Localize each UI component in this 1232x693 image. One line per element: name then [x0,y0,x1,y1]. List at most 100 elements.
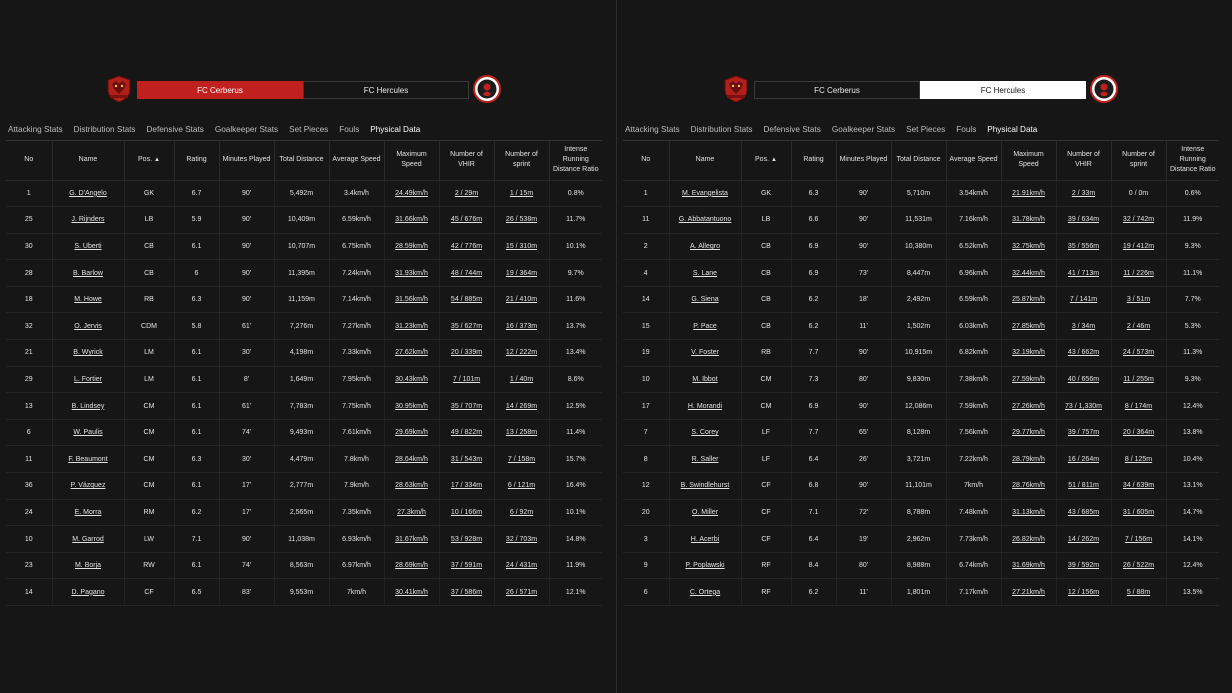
team-button-hercules[interactable]: FC Hercules [303,81,469,99]
stat-link[interactable]: 53 / 928m [451,536,482,543]
stat-link[interactable]: 24 / 573m [1123,349,1154,356]
player-name-link[interactable]: J. Rijnders [71,216,104,223]
sort-ascending-icon[interactable]: ▲ [771,157,777,163]
column-header-maximum-speed[interactable]: Maximum Speed [1001,141,1057,181]
sort-ascending-icon[interactable]: ▲ [154,157,160,163]
stat-link[interactable]: 28.76km/h [1012,482,1045,489]
column-header-minutes-played[interactable]: Minutes Played [219,141,275,181]
column-header-total-distance[interactable]: Total Distance [274,141,330,181]
stat-link[interactable]: 15 / 310m [506,243,537,250]
player-name-link[interactable]: R. Saller [692,456,719,463]
stat-link[interactable]: 39 / 757m [1068,429,1099,436]
tab-set-pieces[interactable]: Set Pieces [906,121,945,141]
column-header-total-distance[interactable]: Total Distance [891,141,947,181]
stat-link[interactable]: 27.59km/h [1012,376,1045,383]
stat-link[interactable]: 35 / 627m [451,323,482,330]
column-header-minutes-played[interactable]: Minutes Played [836,141,892,181]
player-name-link[interactable]: G. Siena [691,296,718,303]
stat-link[interactable]: 13 / 258m [506,429,537,436]
stat-link[interactable]: 54 / 885m [451,296,482,303]
column-header-vhir[interactable]: Number of VHIR [439,141,495,181]
player-name-link[interactable]: M. Evangelista [682,190,728,197]
stat-link[interactable]: 14 / 262m [1068,536,1099,543]
stat-link[interactable]: 51 / 811m [1068,482,1099,489]
stat-link[interactable]: 39 / 592m [1068,562,1099,569]
stat-link[interactable]: 39 / 634m [1068,216,1099,223]
stat-link[interactable]: 31.13km/h [1012,509,1045,516]
column-header-intense-running-ratio[interactable]: Intense Running Distance Ratio [1166,141,1219,181]
player-name-link[interactable]: V. Foster [691,349,719,356]
stat-link[interactable]: 29.77km/h [1012,429,1045,436]
stat-link[interactable]: 31.67km/h [395,536,428,543]
stat-link[interactable]: 6 / 92m [510,509,533,516]
tab-attacking-stats[interactable]: Attacking Stats [625,121,680,141]
player-name-link[interactable]: E. Morra [75,509,102,516]
stat-link[interactable]: 31.23km/h [395,323,428,330]
stat-link[interactable]: 24.49km/h [395,190,428,197]
stat-link[interactable]: 31.78km/h [1012,216,1045,223]
player-name-link[interactable]: P. Poplawski [685,562,724,569]
column-header-average-speed[interactable]: Average Speed [329,141,385,181]
player-name-link[interactable]: M. Howe [74,296,102,303]
stat-link[interactable]: 26 / 571m [506,589,537,596]
stat-link[interactable]: 32.44km/h [1012,270,1045,277]
player-name-link[interactable]: S. Lane [693,270,717,277]
tab-set-pieces[interactable]: Set Pieces [289,121,328,141]
team-button-cerberus[interactable]: FC Cerberus [754,81,920,99]
stat-link[interactable]: 1 / 15m [510,190,533,197]
stat-link[interactable]: 3 / 34m [1072,323,1095,330]
tab-goalkeeper-stats[interactable]: Goalkeeper Stats [832,121,895,141]
team-button-cerberus[interactable]: FC Cerberus [137,81,303,99]
tab-defensive-stats[interactable]: Defensive Stats [147,121,204,141]
player-name-link[interactable]: B. Wyrick [73,349,103,356]
stat-link[interactable]: 48 / 744m [451,270,482,277]
stat-link[interactable]: 40 / 656m [1068,376,1099,383]
player-name-link[interactable]: D. Pagano [71,589,104,596]
stat-link[interactable]: 8 / 125m [1125,456,1152,463]
player-name-link[interactable]: F. Beaumont [68,456,107,463]
tab-goalkeeper-stats[interactable]: Goalkeeper Stats [215,121,278,141]
stat-link[interactable]: 11 / 255m [1123,376,1154,383]
stat-link[interactable]: 28.69km/h [395,562,428,569]
player-name-link[interactable]: P. Pace [693,323,717,330]
stat-link[interactable]: 32.75km/h [1012,243,1045,250]
stat-link[interactable]: 10 / 166m [451,509,482,516]
column-header-rating[interactable]: Rating [174,141,220,181]
stat-link[interactable]: 24 / 431m [506,562,537,569]
player-name-link[interactable]: O. Miller [692,509,718,516]
tab-distribution-stats[interactable]: Distribution Stats [74,121,136,141]
stat-link[interactable]: 20 / 364m [1123,429,1154,436]
player-name-link[interactable]: B. Lindsey [72,403,105,410]
stat-link[interactable]: 32 / 742m [1123,216,1154,223]
column-header-rating[interactable]: Rating [791,141,837,181]
player-name-link[interactable]: M. Garrod [72,536,104,543]
stat-link[interactable]: 26 / 522m [1123,562,1154,569]
stat-link[interactable]: 27.26km/h [1012,403,1045,410]
stat-link[interactable]: 28.64km/h [395,456,428,463]
player-name-link[interactable]: G. Abbatantuono [679,216,732,223]
stat-link[interactable]: 35 / 707m [451,403,482,410]
stat-link[interactable]: 27.21km/h [1012,589,1045,596]
tab-physical-data[interactable]: Physical Data [370,121,421,141]
stat-link[interactable]: 27.3km/h [397,509,426,516]
tab-attacking-stats[interactable]: Attacking Stats [8,121,63,141]
player-name-link[interactable]: S. Corey [691,429,718,436]
player-name-link[interactable]: G. D'Angelo [69,190,107,197]
player-name-link[interactable]: B. Barlow [73,270,103,277]
stat-link[interactable]: 32 / 703m [506,536,537,543]
column-header-maximum-speed[interactable]: Maximum Speed [384,141,440,181]
stat-link[interactable]: 31.56km/h [395,296,428,303]
stat-link[interactable]: 31.93km/h [395,270,428,277]
stat-link[interactable]: 7 / 156m [1125,536,1152,543]
stat-link[interactable]: 27.85km/h [1012,323,1045,330]
stat-link[interactable]: 17 / 334m [451,482,482,489]
stat-link[interactable]: 49 / 822m [451,429,482,436]
stat-link[interactable]: 28.59km/h [395,243,428,250]
stat-link[interactable]: 8 / 174m [1125,403,1152,410]
stat-link[interactable]: 29.69km/h [395,429,428,436]
stat-link[interactable]: 16 / 264m [1068,456,1099,463]
stat-link[interactable]: 5 / 88m [1127,589,1150,596]
player-name-link[interactable]: P. Vázquez [71,482,106,489]
stat-link[interactable]: 2 / 46m [1127,323,1150,330]
stat-link[interactable]: 37 / 591m [451,562,482,569]
